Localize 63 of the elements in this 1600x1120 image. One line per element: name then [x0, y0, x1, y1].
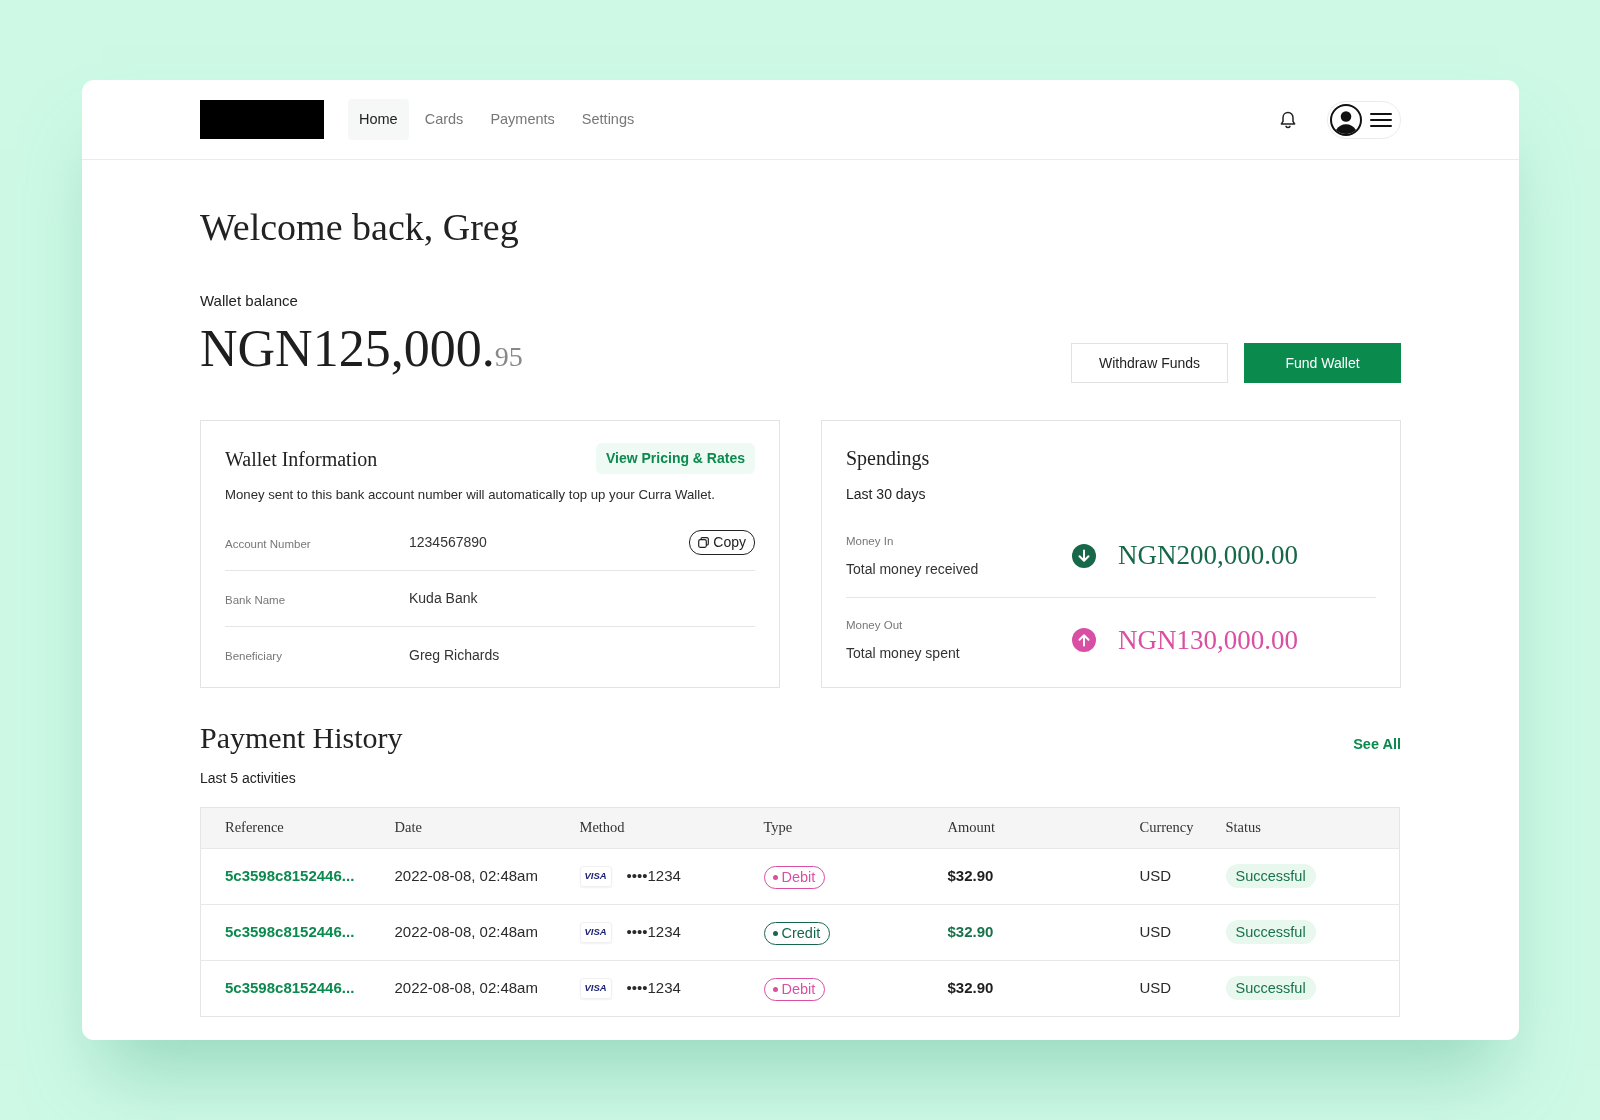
- stat-caption: Total money spent: [846, 644, 960, 663]
- column-header: Reference: [225, 819, 284, 836]
- amount-text: $32.90: [947, 867, 994, 885]
- wallet-balance: NGN125,000.95: [200, 319, 523, 379]
- fund-wallet-button[interactable]: Fund Wallet: [1244, 343, 1401, 383]
- section-heading: Payment History: [200, 720, 403, 756]
- reference-link[interactable]: 5c3598c8152446...: [225, 923, 355, 941]
- column-header: Currency: [1139, 819, 1194, 836]
- section-subtitle: Last 5 activities: [200, 769, 296, 788]
- field-label: Bank Name: [225, 593, 286, 606]
- status-badge: Successful: [1225, 920, 1316, 945]
- column-header: Date: [394, 819, 422, 836]
- currency-text: USD: [1139, 979, 1172, 997]
- welcome-heading: Welcome back, Greg: [200, 205, 519, 250]
- field-value: 1234567890: [409, 533, 487, 552]
- card-number: ••••1234: [626, 978, 681, 999]
- card-number: ••••1234: [626, 866, 681, 887]
- stat-caption: Total money received: [846, 559, 979, 579]
- column-header: Status: [1225, 819, 1261, 836]
- pricing-link[interactable]: View Pricing & Rates: [596, 443, 755, 474]
- card-title: Spendings: [846, 446, 930, 472]
- card-title: Wallet Information: [225, 446, 378, 472]
- field-value: Greg Richards: [409, 645, 500, 665]
- currency-text: USD: [1139, 923, 1172, 941]
- reference-link[interactable]: 5c3598c8152446...: [225, 979, 355, 997]
- amount-text: $32.90: [947, 979, 994, 997]
- status-badge: Successful: [1225, 976, 1316, 1001]
- nav-tab[interactable]: Home: [348, 98, 409, 141]
- withdraw-button[interactable]: Withdraw Funds: [1071, 343, 1228, 383]
- date-text: 2022-08-08, 02:48am: [394, 867, 538, 885]
- field-label: Beneficiary: [225, 650, 282, 662]
- stat-label: Money In: [846, 533, 894, 549]
- nav-tab[interactable]: Cards: [413, 98, 475, 141]
- reference-link[interactable]: 5c3598c8152446...: [225, 867, 355, 885]
- copy-button[interactable]: Copy: [689, 530, 755, 555]
- nav-tab[interactable]: Payments: [479, 98, 566, 141]
- column-header: Type: [763, 819, 793, 836]
- avatar-icon: [1330, 103, 1362, 136]
- profile-menu-button[interactable]: [1327, 100, 1401, 139]
- amount-text: $32.90: [947, 923, 994, 941]
- menu-icon: [1370, 111, 1392, 128]
- period-label: Last 30 days: [846, 485, 926, 504]
- column-header: Amount: [947, 819, 996, 836]
- bell-icon[interactable]: [1278, 109, 1298, 130]
- status-badge: Successful: [1225, 864, 1316, 889]
- currency-text: USD: [1139, 867, 1172, 885]
- stat-amount: NGN130,000.00: [1118, 623, 1298, 657]
- field-value: Kuda Bank: [409, 589, 478, 608]
- date-text: 2022-08-08, 02:48am: [394, 979, 538, 997]
- card-number: ••••1234: [626, 922, 681, 943]
- wallet-description: Money sent to this bank account number will automatically top up your Curra Wallet.: [225, 486, 715, 504]
- date-text: 2022-08-08, 02:48am: [394, 923, 538, 941]
- nav-tab[interactable]: Settings: [570, 98, 646, 141]
- copy-icon: [698, 537, 710, 548]
- see-all-link[interactable]: See All: [1353, 734, 1401, 756]
- stat-label: Money Out: [846, 618, 903, 633]
- card-brand-logo: VISA: [579, 978, 612, 999]
- card-brand-logo: VISA: [579, 922, 612, 943]
- card-brand-logo: VISA: [579, 866, 612, 887]
- stat-amount: NGN200,000.00: [1118, 539, 1298, 573]
- field-label: Account Number: [225, 537, 311, 550]
- balance-label: Wallet balance: [200, 291, 298, 311]
- column-header: Method: [579, 819, 625, 836]
